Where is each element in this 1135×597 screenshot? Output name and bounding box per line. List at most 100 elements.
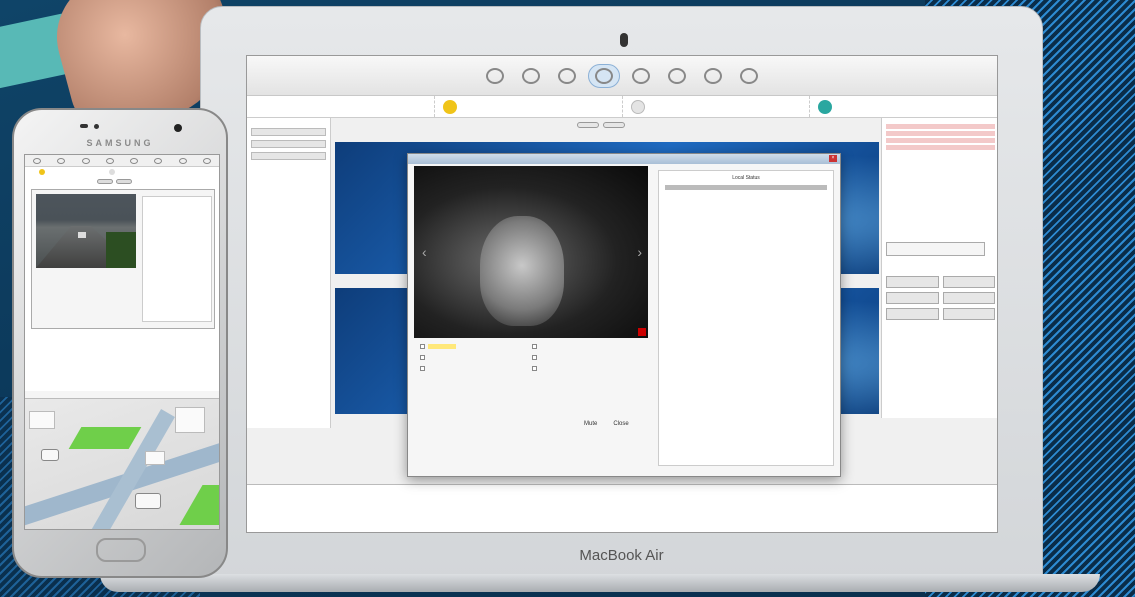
call-item-1[interactable] xyxy=(247,96,435,117)
toolbar-icon[interactable] xyxy=(105,157,114,164)
call-strip xyxy=(247,96,997,118)
toolbar-icon[interactable] xyxy=(33,157,42,164)
video-feed: ‹ › xyxy=(414,166,648,338)
toolbar-icon[interactable] xyxy=(154,157,163,164)
call-status-icon xyxy=(818,99,833,114)
prev-arrow-icon[interactable]: ‹ xyxy=(422,244,427,260)
left-pane-row[interactable] xyxy=(251,140,326,148)
tab-bar xyxy=(577,122,625,128)
alarm-line xyxy=(886,124,995,129)
option-5[interactable] xyxy=(420,366,532,371)
toolbar-icon xyxy=(595,67,613,84)
next-arrow-icon[interactable]: › xyxy=(637,244,642,260)
toolbar-icon xyxy=(704,67,722,84)
checkbox[interactable] xyxy=(420,366,425,371)
phone-tab-1[interactable] xyxy=(97,179,113,184)
call-options xyxy=(414,344,644,371)
toolbar-icon xyxy=(668,67,686,84)
checkbox[interactable] xyxy=(532,366,537,371)
phone-speaker xyxy=(80,124,88,128)
phone-status-panel xyxy=(142,196,212,322)
app-toolbar xyxy=(247,56,997,96)
alarm-button-3[interactable] xyxy=(886,292,939,304)
checkbox[interactable] xyxy=(532,355,537,360)
toolbar-icon[interactable] xyxy=(130,157,139,164)
laptop-screen: × ‹ › Mute Close Local Status xyxy=(246,55,998,533)
local-status-title: Local Status xyxy=(732,175,760,181)
toolbar-icon xyxy=(632,67,650,84)
tab-2[interactable] xyxy=(603,122,625,128)
alarm-button-6[interactable] xyxy=(942,308,995,320)
toolbar-icon xyxy=(486,67,504,84)
toolbar-icon xyxy=(558,67,576,84)
close-button[interactable]: Close xyxy=(613,421,628,427)
toolbar-button-6[interactable] xyxy=(662,65,692,87)
local-status-panel: Local Status xyxy=(658,170,834,466)
left-pane-row[interactable] xyxy=(251,128,326,136)
phone-tabs xyxy=(97,179,132,184)
vehicle-marker[interactable] xyxy=(41,449,59,461)
map-building xyxy=(175,407,205,433)
option-3[interactable] xyxy=(420,355,532,360)
option-6[interactable] xyxy=(532,366,644,371)
alarm-button-1[interactable] xyxy=(886,276,939,288)
call-status-icon xyxy=(39,169,45,175)
phone-map[interactable] xyxy=(25,391,219,529)
dialog-actions: Mute Close xyxy=(584,421,629,427)
toolbar-button-7[interactable] xyxy=(698,65,728,87)
left-pane xyxy=(247,118,331,428)
toolbar-button-5[interactable] xyxy=(626,65,656,87)
call-status-icon xyxy=(109,169,115,175)
checkbox[interactable] xyxy=(420,355,425,360)
alarm-button-5[interactable] xyxy=(886,308,939,320)
phone-screen xyxy=(24,154,220,530)
phone-tab-2[interactable] xyxy=(116,179,132,184)
event-log xyxy=(247,484,997,532)
local-status-bar xyxy=(665,185,827,190)
map-tabs xyxy=(25,391,219,399)
toolbar-button-2[interactable] xyxy=(516,65,546,87)
mute-button[interactable]: Mute xyxy=(584,421,597,427)
phone-brand: SAMSUNG xyxy=(86,138,154,148)
tab-1[interactable] xyxy=(577,122,599,128)
map-zone xyxy=(179,485,219,525)
alarm-select[interactable] xyxy=(886,242,985,256)
phone-sensor xyxy=(94,124,99,129)
left-pane-row[interactable] xyxy=(251,152,326,160)
alarm-line xyxy=(886,145,995,150)
toolbar-button-3[interactable] xyxy=(552,65,582,87)
toolbar-icon[interactable] xyxy=(81,157,90,164)
call-item-2[interactable] xyxy=(435,96,623,117)
phone-video-dialog xyxy=(31,189,215,329)
vehicle-marker[interactable] xyxy=(135,493,161,509)
phone-call-strip xyxy=(25,167,219,177)
alarm-button-2[interactable] xyxy=(942,276,995,288)
checkbox[interactable] xyxy=(420,344,425,349)
phone-home-button[interactable] xyxy=(96,538,146,562)
toolbar-icon xyxy=(740,67,758,84)
toolbar-icon[interactable] xyxy=(57,157,66,164)
option-2[interactable] xyxy=(532,344,644,349)
phone-toolbar xyxy=(25,155,219,167)
record-icon[interactable] xyxy=(638,328,646,336)
option-1[interactable] xyxy=(420,344,532,349)
option-4[interactable] xyxy=(532,355,644,360)
alarm-panel xyxy=(881,118,997,418)
alarm-buttons xyxy=(886,276,995,320)
checkbox[interactable] xyxy=(532,344,537,349)
alarm-button-4[interactable] xyxy=(942,292,995,304)
toolbar-button-8[interactable] xyxy=(734,65,764,87)
call-item-3[interactable] xyxy=(623,96,811,117)
call-status-icon xyxy=(442,99,457,114)
toolbar-button-4[interactable] xyxy=(588,63,620,88)
toolbar-icon[interactable] xyxy=(178,157,187,164)
close-icon[interactable]: × xyxy=(829,155,837,162)
toolbar-button-1[interactable] xyxy=(480,65,510,87)
caller-face xyxy=(480,216,564,326)
laptop-device: × ‹ › Mute Close Local Status MacBook Ai… xyxy=(200,6,1043,584)
toolbar-icon[interactable] xyxy=(202,157,211,164)
call-item-4[interactable] xyxy=(810,96,997,117)
map-building xyxy=(145,451,165,465)
phone-video-feed xyxy=(36,194,136,268)
map-building xyxy=(29,411,55,429)
